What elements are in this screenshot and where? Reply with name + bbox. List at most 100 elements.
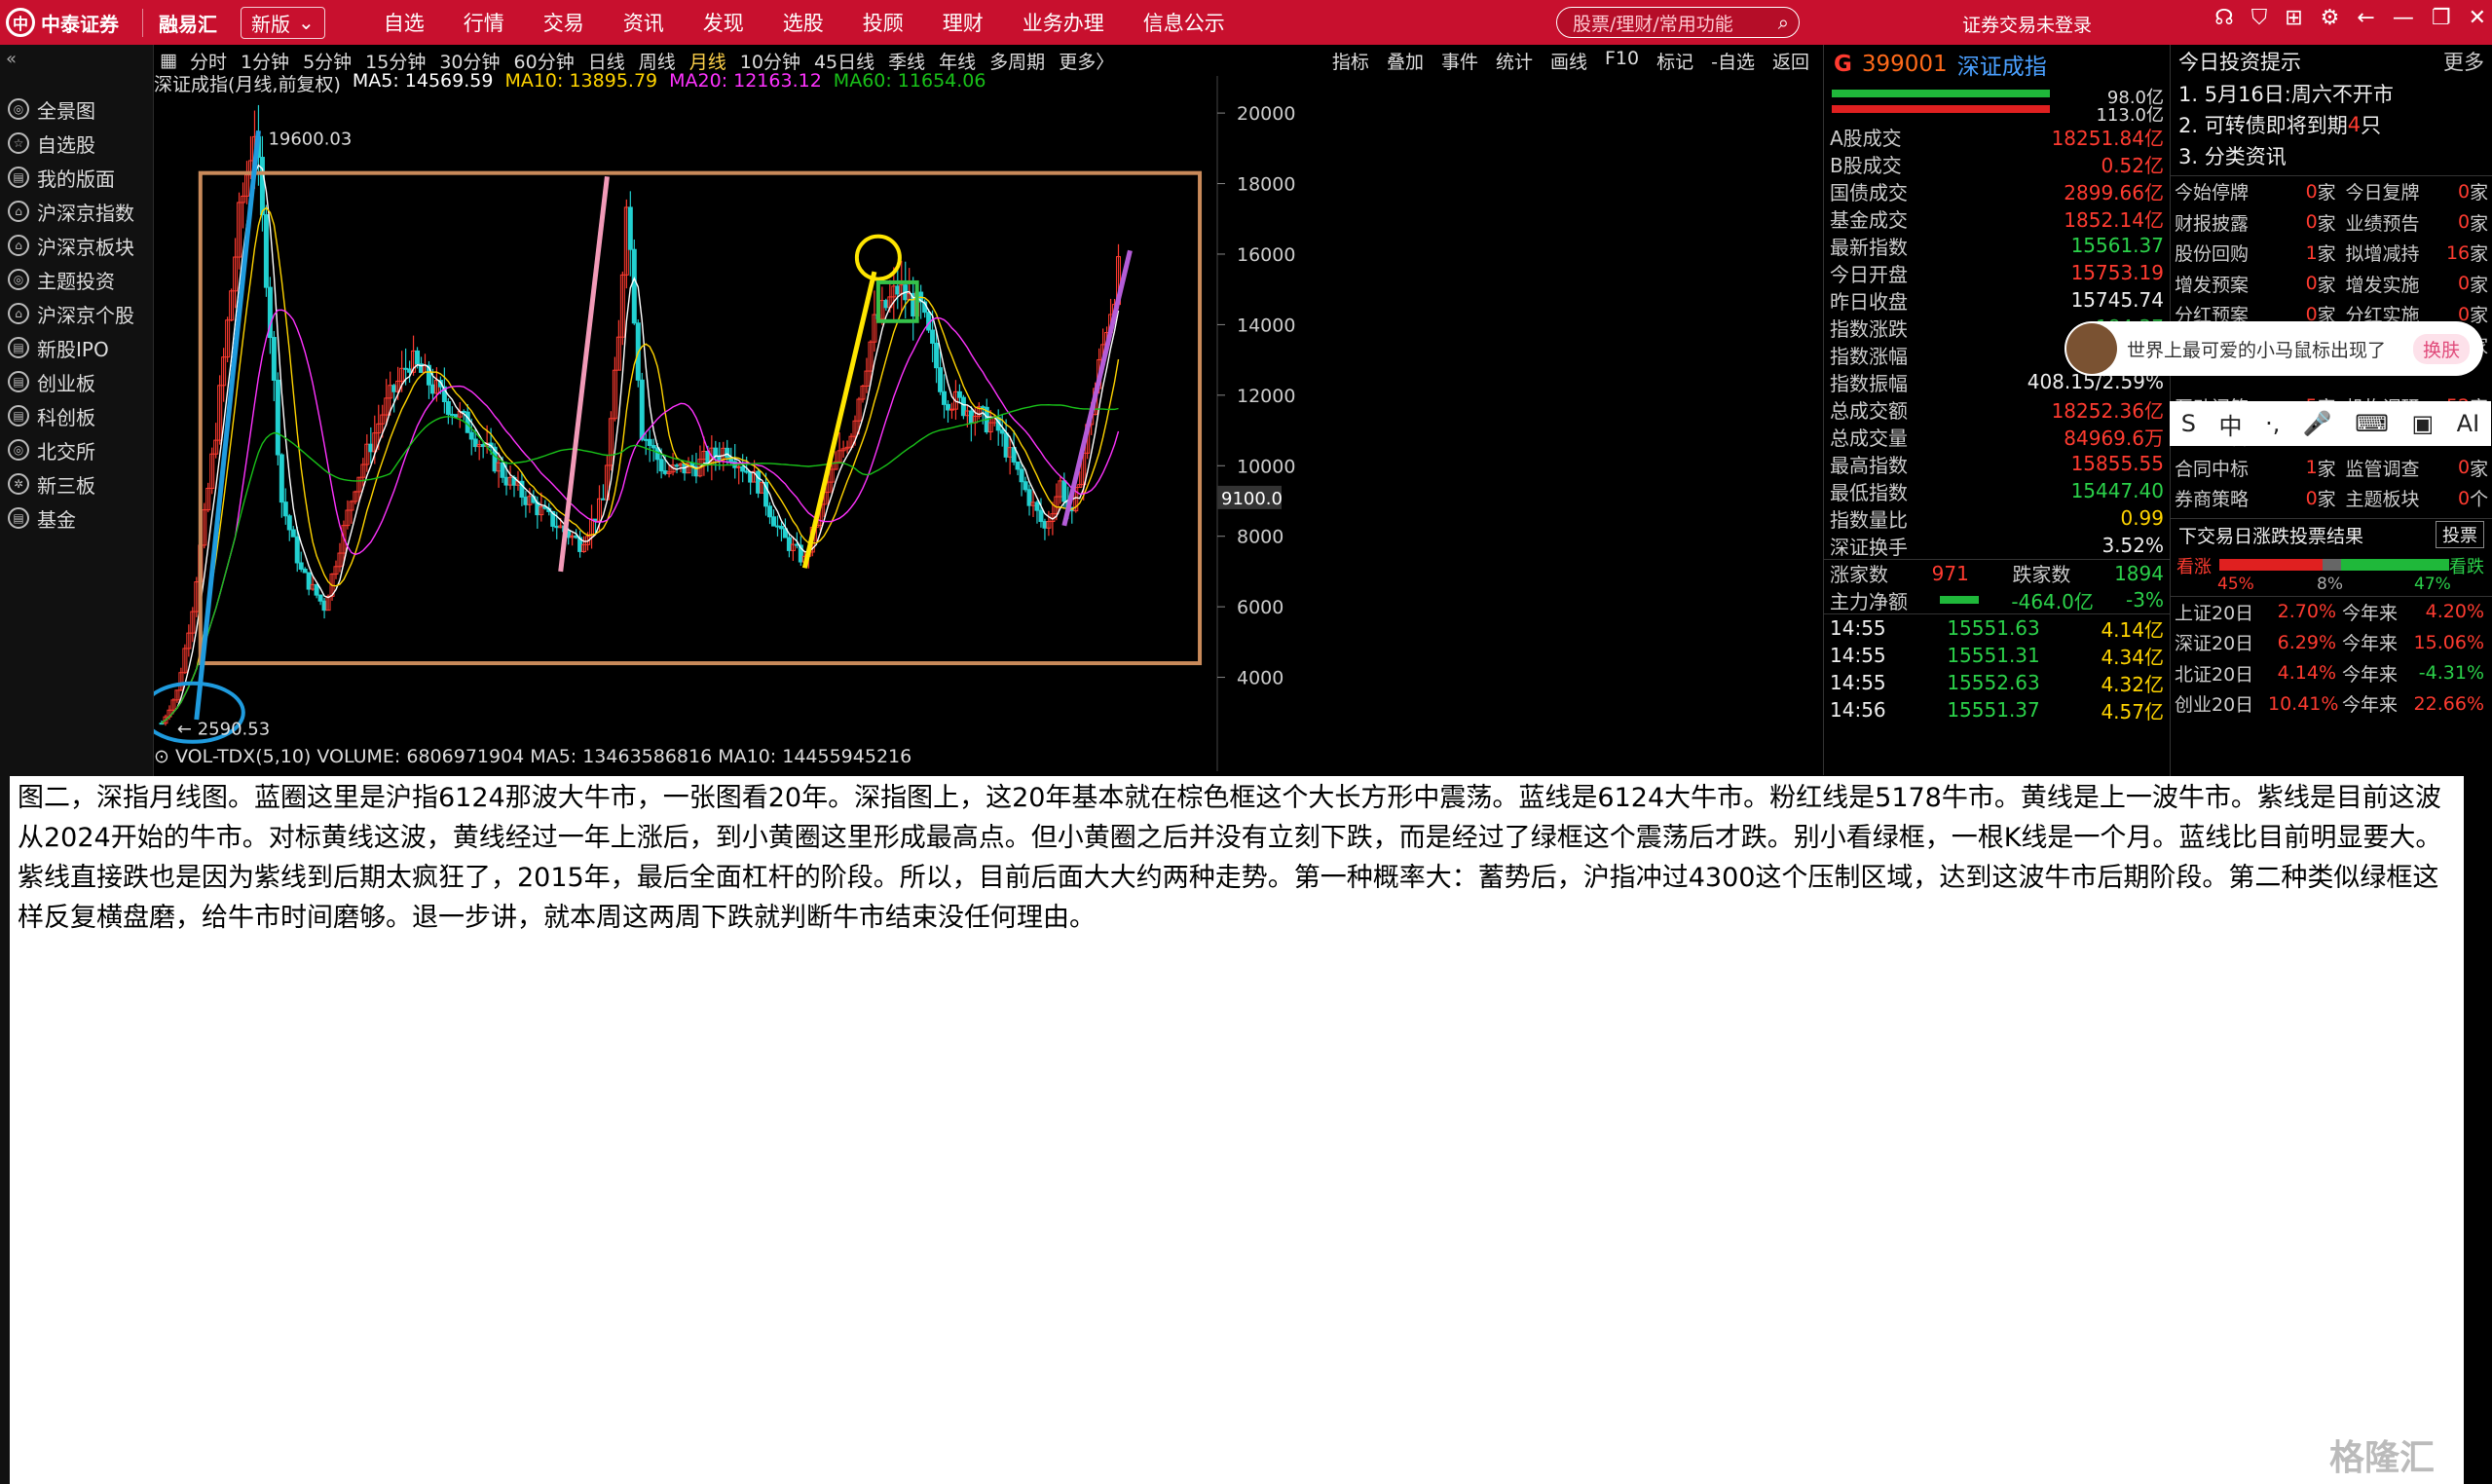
chart-tool-7[interactable]: -自选 xyxy=(1711,48,1755,74)
purple-line-trend xyxy=(1061,249,1133,527)
quote-row-label: 指数振幅 xyxy=(1830,371,1908,395)
candle-body xyxy=(263,214,269,288)
quote-row-value: 15745.74 xyxy=(2070,288,2164,312)
period-tab-14[interactable]: 更多〉 xyxy=(1052,48,1121,74)
vote-button[interactable]: 投票 xyxy=(2436,521,2484,548)
version-select[interactable]: 新版 ⌄ xyxy=(241,6,325,39)
volume-values: VOL-TDX(5,10) VOLUME: 6806971904 MA5: 13… xyxy=(174,746,912,767)
volume-collapse-icon[interactable]: ⊙ xyxy=(154,746,175,767)
chart-tool-1[interactable]: 叠加 xyxy=(1387,48,1424,74)
sogou-logo-icon[interactable]: S xyxy=(2181,410,2196,437)
info-title: 今日投资提示 xyxy=(2178,51,2301,74)
microphone-icon[interactable]: 🎤 xyxy=(2303,410,2332,437)
quote-row: 深证换手 3.52% xyxy=(1824,532,2170,559)
candle-body xyxy=(298,562,304,570)
quote-row: 今日开盘 15753.19 xyxy=(1824,259,2170,286)
tick-row: 14:55 15551.31 4.34亿 xyxy=(1824,642,2170,669)
search-input[interactable]: 股票/理财/常用功能 ⌕ xyxy=(1556,7,1800,38)
chart-tool-8[interactable]: 返回 xyxy=(1772,48,1809,74)
vote-title: 下交易日涨跌投票结果 xyxy=(2178,525,2364,547)
perf-name: 今年来 xyxy=(2342,633,2399,655)
candle-body xyxy=(449,413,455,416)
stat-unit: 个 xyxy=(2470,489,2489,511)
stat-row[interactable]: 合同中标 1 家监管调查 0 家 xyxy=(2171,453,2492,484)
close-icon[interactable]: ✕ xyxy=(2469,6,2486,30)
menu-item-4[interactable]: 发现 xyxy=(684,8,763,37)
chart-tool-3[interactable]: 统计 xyxy=(1496,48,1533,74)
stat-value: 1 xyxy=(2305,241,2318,264)
stat-value: 0 xyxy=(2305,273,2318,295)
perf-name: 深证20日 xyxy=(2175,633,2254,655)
stat-unit: 家 xyxy=(2317,243,2336,266)
vote-bar xyxy=(2219,558,2449,571)
perf-row: 上证20日 2.70% 今年来 4.20% xyxy=(2171,597,2492,628)
sidebar-item-12[interactable]: ▤ 基金 xyxy=(0,491,154,545)
tip-3[interactable]: 3. 分类资讯 xyxy=(2171,140,2492,171)
candle-body xyxy=(468,431,474,440)
quote-row-label: 最低指数 xyxy=(1830,480,1908,504)
headset-icon[interactable]: ☊ xyxy=(2214,6,2234,30)
stat-value: 0 xyxy=(2458,457,2471,479)
kline-chart-svg[interactable]: 20000 18000 16000 14000 12000 10000 8000 6000 40… xyxy=(139,76,1829,771)
collapse-icon[interactable]: « xyxy=(6,49,17,69)
quote-row: B股成交 0.52亿 xyxy=(1824,150,2170,177)
ai-icon[interactable]: AI xyxy=(2457,410,2480,437)
tip-1[interactable]: 1. 5月16日:周六不开市 xyxy=(2171,78,2492,109)
stat-row[interactable]: 增发预案 0 家增发实施 0 家 xyxy=(2171,269,2492,300)
chart-tool-6[interactable]: 标记 xyxy=(1656,48,1693,74)
tick-volume: 4.14亿 xyxy=(2101,617,2164,642)
mouse-skin-popup[interactable]: 世界上最可爱的小马鼠标出现了 换肤 xyxy=(2064,321,2483,376)
y-tick-label: 14000 xyxy=(1237,315,1295,336)
quote-row-value: 15447.40 xyxy=(2070,479,2164,502)
chart-tool-5[interactable]: F10 xyxy=(1605,48,1639,74)
minimize-icon[interactable]: — xyxy=(2393,6,2414,30)
info-more-link[interactable]: 更多 xyxy=(2443,47,2484,76)
y-tick-label: 18000 xyxy=(1237,174,1295,196)
candle-body xyxy=(725,447,730,458)
tip-2[interactable]: 2. 可转债即将到期 4 只 xyxy=(2171,109,2492,140)
quote-row-value: 18252.36亿 xyxy=(2051,398,2164,423)
window-controls: ☊ ⛉ ⊞ ⚙ ← — ❐ ✕ xyxy=(2214,6,2486,30)
grid-icon[interactable]: ⊞ xyxy=(2285,6,2302,30)
change-skin-button[interactable]: 换肤 xyxy=(2412,333,2470,364)
candle-body xyxy=(748,471,754,483)
candle-body xyxy=(674,464,680,467)
candle-body xyxy=(279,454,284,503)
menu-item-3[interactable]: 资讯 xyxy=(604,8,684,37)
menu-item-9[interactable]: 信息公示 xyxy=(1124,8,1245,37)
chart-settings-icon[interactable]: ▦ xyxy=(154,50,183,71)
chart-tool-2[interactable]: 事件 xyxy=(1441,48,1478,74)
keyboard-icon[interactable]: ⌨ xyxy=(2355,410,2389,437)
stat-row[interactable]: 股份回购 1 家拟增减持 16 家 xyxy=(2171,238,2492,269)
back-icon[interactable]: ← xyxy=(2357,6,2374,30)
settings-icon[interactable]: ⚙ xyxy=(2321,6,2340,30)
punctuation-icon[interactable]: ·, xyxy=(2265,410,2280,437)
menu-item-2[interactable]: 交易 xyxy=(524,8,604,37)
chart-tool-4[interactable]: 画线 xyxy=(1550,48,1587,74)
stat-unit: 家 xyxy=(2470,458,2489,480)
search-icon[interactable]: ⌕ xyxy=(1778,11,1789,34)
menu-item-8[interactable]: 业务办理 xyxy=(1003,8,1124,37)
tick-row: 14:55 15552.63 4.32亿 xyxy=(1824,669,2170,696)
menu-item-5[interactable]: 选股 xyxy=(763,8,843,37)
kline-chart[interactable]: 20000 18000 16000 14000 12000 10000 8000 6000 40… xyxy=(139,70,1829,771)
restore-icon[interactable]: ❐ xyxy=(2432,6,2451,30)
stat-row[interactable]: 券商策略 0 家主题板块 0 个 xyxy=(2171,483,2492,514)
stat-value: 0 xyxy=(2305,211,2318,234)
stat-row[interactable]: 财报披露 0 家业绩预告 0 家 xyxy=(2171,207,2492,239)
stat-unit: 家 xyxy=(2470,212,2489,235)
menu-item-7[interactable]: 理财 xyxy=(923,8,1003,37)
chart-tool-0[interactable]: 指标 xyxy=(1332,48,1369,74)
candle-body xyxy=(767,505,773,518)
period-tab-13[interactable]: 多周期 xyxy=(983,48,1052,74)
login-status[interactable]: 证券交易未登录 xyxy=(1962,11,2092,37)
menu-item-1[interactable]: 行情 xyxy=(444,8,524,37)
brand-logo[interactable]: 中 中泰证券 融易汇 xyxy=(0,8,217,37)
stat-row[interactable]: 今始停牌 0 家今日复牌 0 家 xyxy=(2171,176,2492,207)
chinese-mode-icon[interactable]: 中 xyxy=(2219,407,2243,441)
stat-unit: 家 xyxy=(2470,305,2489,327)
menu-item-0[interactable]: 自选 xyxy=(364,8,444,37)
shirt-icon[interactable]: ⛉ xyxy=(2251,6,2268,30)
skin-icon[interactable]: ▣ xyxy=(2411,410,2434,437)
menu-item-6[interactable]: 投顾 xyxy=(843,8,923,37)
